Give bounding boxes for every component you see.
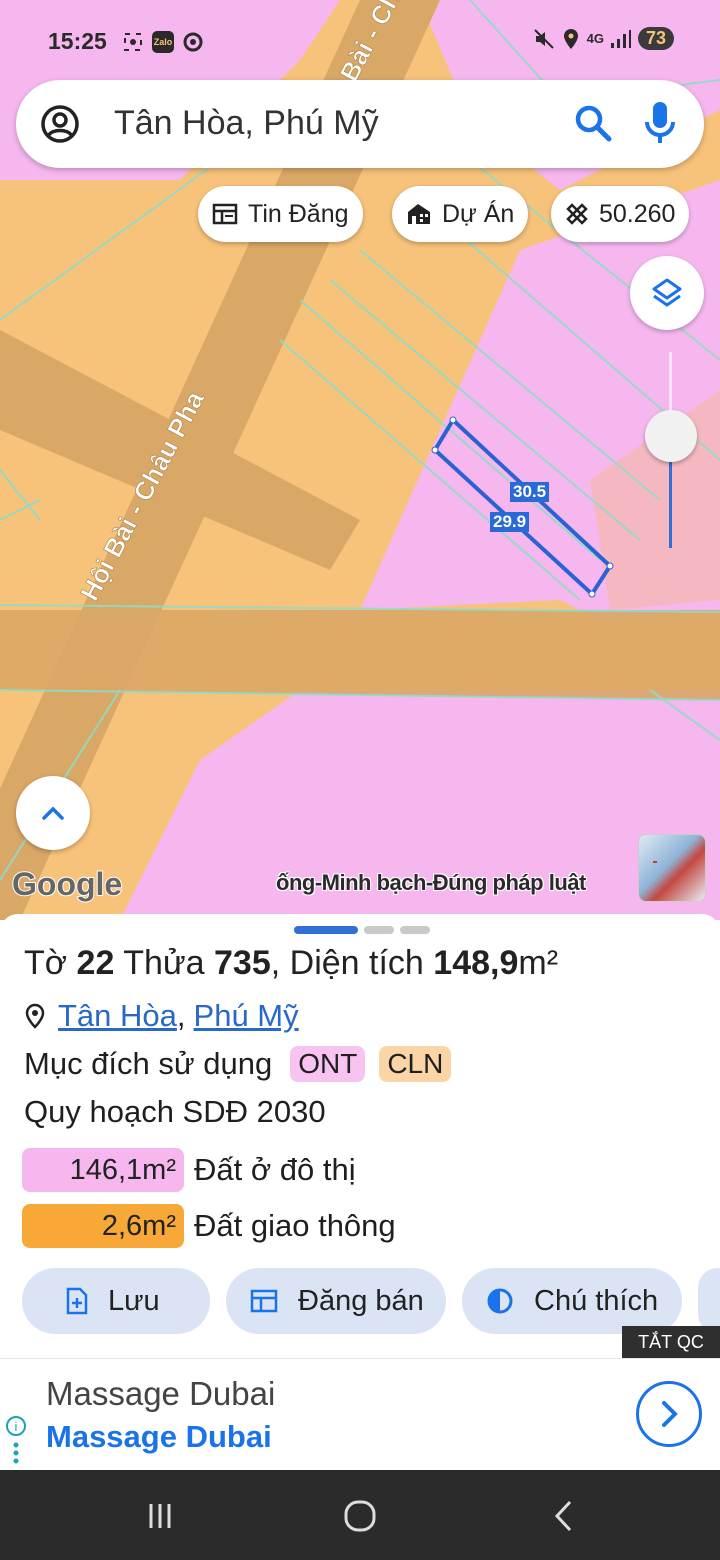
chip-tin-dang[interactable]: Tin Đăng [198,186,363,242]
more-action-button[interactable] [698,1268,720,1334]
building-icon [408,204,430,224]
purpose-row: Mục đích sử dụng ONT CLN [24,1046,452,1082]
location-row: Tân Hòa, Phú Mỹ [24,998,299,1034]
ad-thumbnail-badge [653,861,657,863]
recent-apps-button[interactable] [136,1492,184,1540]
purpose-tag-ont: ONT [290,1046,366,1082]
legend-button[interactable]: Chú thích [462,1268,682,1334]
action-row: Lưu Đăng bán Chú thích [22,1268,720,1334]
back-icon [554,1500,572,1532]
newspaper-icon [250,1289,278,1313]
save-button-label: Lưu [108,1284,160,1317]
area-pill: 146,1m² [22,1148,184,1192]
mute-icon [533,28,554,49]
account-icon[interactable] [40,104,80,144]
status-time: 15:25 [48,28,107,54]
network-type: 4G [586,31,604,46]
back-button[interactable] [540,1492,588,1540]
area-row: 146,1m² Đất ở đô thị [22,1148,356,1192]
post-sale-label: Đăng bán [298,1284,424,1317]
location-link-town[interactable]: Phú Mỹ [194,998,299,1034]
svg-text:i: i [15,1419,18,1434]
pager-dot [400,926,430,934]
plan-label: Quy hoạch SDĐ 2030 [24,1094,326,1129]
ad-subtitle[interactable]: Massage Dubai [46,1419,272,1455]
add-file-icon [66,1287,88,1315]
screenshot-icon [122,31,144,53]
zoom-track-fill[interactable] [669,450,672,548]
sheet-number: 22 [76,944,115,982]
location-icon [563,28,578,49]
contrast-icon [487,1288,513,1314]
chip-measure[interactable]: 50.260 [551,186,690,242]
info-icon[interactable]: i [5,1415,27,1465]
chevron-right-icon [662,1401,678,1427]
area-label: , Diện tích [270,944,424,982]
area-type-label: Đất giao thông [194,1208,396,1243]
zoom-slider-handle[interactable] [645,410,697,462]
newspaper-icon [212,203,238,225]
area-type-label: Đất ở đô thị [194,1152,356,1187]
ad-banner[interactable]: i Massage Dubai Massage Dubai [0,1358,720,1470]
chevron-up-icon [42,806,64,820]
location-pin-icon [25,1003,45,1029]
search-input[interactable]: Tân Hòa, Phú Mỹ [114,104,379,143]
chip-label: Dự Án [442,199,515,228]
battery-level: 73 [637,27,674,50]
edge-length-label: 30.5 [510,482,550,502]
ad-title[interactable]: Massage Dubai [46,1375,275,1413]
area-unit: m² [518,944,559,982]
parcel-number: 735 [214,944,271,982]
parcel-info-sheet[interactable]: Tờ 22 Thửa 735, Diện tích 148,9m² Tân Hò… [0,914,720,1358]
system-nav-bar [0,1470,720,1560]
ad-ticker-text: ống-Minh bạch-Đúng pháp luật [276,870,586,895]
recent-apps-icon [149,1504,171,1528]
zalo-icon: Zalo [152,31,174,53]
status-bar: 15:25 Zalo 4G 73 [0,22,720,62]
pager-dot [294,926,358,934]
home-button[interactable] [336,1492,384,1540]
pager-dot [364,926,394,934]
chip-label: Tin Đăng [248,199,349,228]
expand-up-button[interactable] [16,776,90,850]
purpose-label: Mục đích sử dụng [24,1046,273,1081]
sheet-label: Tờ [24,944,68,982]
purpose-tag-cln: CLN [379,1046,452,1082]
parcel-label: Thửa [123,944,205,982]
signal-icon [610,29,631,48]
area-pill: 2,6m² [22,1204,184,1248]
close-ad-button[interactable]: TẮT QC [622,1326,720,1358]
save-button[interactable]: Lưu [22,1268,210,1334]
layers-button[interactable] [630,256,704,330]
legend-label: Chú thích [534,1284,659,1317]
ruler-icon [566,203,588,225]
ad-thumbnail[interactable] [638,834,706,902]
area-row: 2,6m² Đất giao thông [22,1204,396,1248]
chrome-icon [182,31,204,53]
map-view[interactable]: Hội Bài - Châu Pha Bài - Ch 30.5 29.9 15… [0,0,720,920]
chip-label: 50.260 [599,199,676,228]
microphone-icon[interactable] [642,100,678,146]
chip-du-an[interactable]: Dự Án [392,186,529,242]
search-icon[interactable] [572,102,614,144]
google-logo: Google [11,865,123,903]
post-sale-button[interactable]: Đăng bán [226,1268,446,1334]
sheet-pager [294,926,430,934]
search-bar[interactable]: Tân Hòa, Phú Mỹ [16,80,704,168]
edge-length-label: 29.9 [490,512,530,532]
parcel-title: Tờ 22 Thửa 735, Diện tích 148,9m² [24,944,558,983]
location-link-ward[interactable]: Tân Hòa [58,998,177,1034]
layers-icon [652,278,682,307]
home-icon [344,1500,376,1532]
location-separator: , [176,998,186,1033]
area-value: 148,9 [433,944,519,982]
ad-open-button[interactable] [636,1381,702,1447]
